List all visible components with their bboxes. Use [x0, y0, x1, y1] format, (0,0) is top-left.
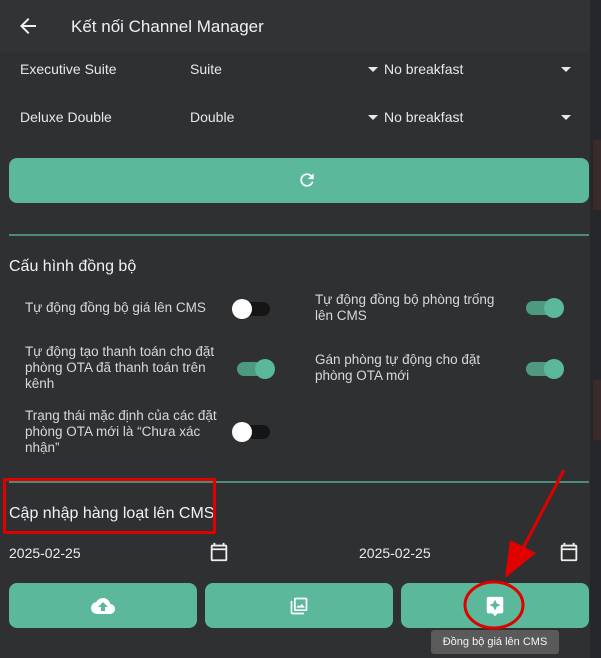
- page: Kết nối Channel Manager Executive Suite …: [0, 0, 601, 658]
- refresh-icon: [300, 173, 314, 187]
- cloud-upload-icon: [91, 598, 115, 614]
- room-type: Double: [190, 109, 235, 125]
- app-header: Kết nối Channel Manager: [0, 0, 590, 52]
- caret-down-icon[interactable]: [368, 115, 378, 120]
- sync-config-title: Cấu hình đồng bộ: [9, 258, 137, 275]
- divider: [9, 234, 589, 236]
- breakfast-select[interactable]: No breakfast: [384, 61, 463, 77]
- refresh-button[interactable]: [9, 158, 589, 203]
- auto-sync-availability-toggle[interactable]: [526, 298, 564, 318]
- setting-label: Trạng thái mặc định của các đặt phòng OT…: [25, 408, 217, 455]
- sync-price-button[interactable]: [401, 583, 589, 628]
- annotation-highlight-box: [3, 478, 216, 534]
- room-type: Suite: [190, 61, 222, 77]
- annotation-overlay: [463, 469, 566, 630]
- auto-create-payment-toggle[interactable]: [237, 359, 275, 379]
- room-name: Deluxe Double: [20, 109, 112, 125]
- auto-sync-price-toggle[interactable]: [232, 299, 270, 319]
- page-title: Kết nối Channel Manager: [71, 17, 264, 36]
- image-stack-icon: [290, 597, 308, 615]
- room-row: Executive Suite Suite No breakfast: [0, 55, 590, 85]
- room-row: Deluxe Double Double No breakfast: [0, 103, 590, 133]
- sync-images-button[interactable]: [205, 583, 393, 628]
- room-name: Executive Suite: [20, 61, 117, 77]
- setting-label: Tự động tạo thanh toán cho đặt phòng OTA…: [25, 344, 215, 391]
- calendar-icon[interactable]: [208, 541, 230, 563]
- start-date-field[interactable]: 2025-02-25: [9, 545, 81, 561]
- default-unconfirmed-toggle[interactable]: [232, 422, 270, 442]
- calendar-icon[interactable]: [558, 541, 580, 563]
- caret-down-icon[interactable]: [561, 67, 571, 72]
- end-date-field[interactable]: 2025-02-25: [359, 545, 431, 561]
- breakfast-select[interactable]: No breakfast: [384, 109, 463, 125]
- auto-assign-room-toggle[interactable]: [526, 359, 564, 379]
- setting-label: Gán phòng tự động cho đặt phòng OTA mới: [315, 352, 481, 383]
- upload-button[interactable]: [9, 583, 197, 628]
- arrow-left-icon[interactable]: [16, 14, 40, 38]
- setting-label: Tự động đồng bộ giá lên CMS: [25, 300, 206, 315]
- caret-down-icon[interactable]: [561, 115, 571, 120]
- tooltip: Đồng bộ giá lên CMS: [431, 630, 559, 654]
- setting-label: Tự động đồng bộ phòng trống lên CMS: [315, 292, 495, 323]
- caret-down-icon[interactable]: [368, 67, 378, 72]
- page-edge: [590, 0, 601, 658]
- sparkle-icon: [486, 596, 504, 617]
- annotation-arrow-head: [505, 540, 536, 578]
